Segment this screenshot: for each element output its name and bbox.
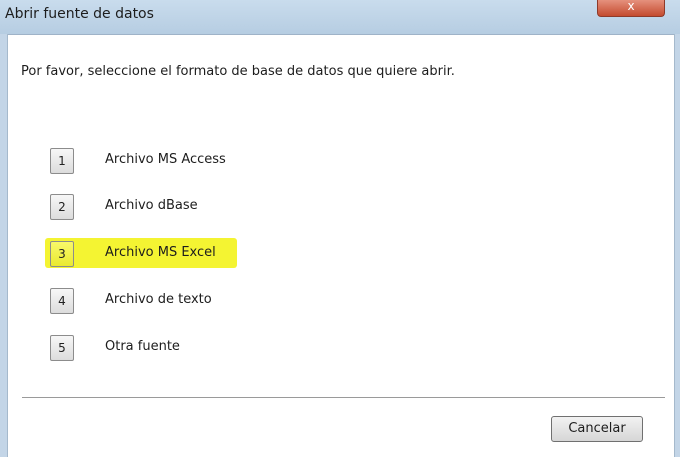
- title-bar[interactable]: Abrir fuente de datos x: [0, 0, 680, 35]
- option-2-label[interactable]: Archivo dBase: [105, 198, 198, 213]
- option-3-button[interactable]: 3: [50, 241, 74, 267]
- window-title: Abrir fuente de datos: [5, 6, 154, 22]
- instruction-text: Por favor, seleccione el formato de base…: [21, 64, 455, 79]
- footer-separator: [22, 397, 665, 399]
- window-frame-left: [0, 34, 8, 457]
- option-3-label[interactable]: Archivo MS Excel: [105, 245, 216, 260]
- option-4-label[interactable]: Archivo de texto: [105, 292, 212, 307]
- option-5-button[interactable]: 5: [50, 335, 74, 361]
- option-text-file[interactable]: 4 Archivo de texto: [50, 288, 410, 314]
- option-5-label[interactable]: Otra fuente: [105, 339, 180, 354]
- cancel-button[interactable]: Cancelar: [551, 416, 643, 442]
- option-ms-excel[interactable]: 3 Archivo MS Excel: [45, 238, 410, 268]
- option-1-label[interactable]: Archivo MS Access: [105, 152, 226, 167]
- option-2-button[interactable]: 2: [50, 194, 74, 220]
- window-frame-right: [674, 34, 680, 457]
- option-1-button[interactable]: 1: [50, 148, 74, 174]
- close-button[interactable]: x: [597, 0, 665, 17]
- option-dbase[interactable]: 2 Archivo dBase: [50, 194, 410, 220]
- option-4-button[interactable]: 4: [50, 288, 74, 314]
- dialog-window: Abrir fuente de datos x Por favor, selec…: [0, 0, 680, 457]
- option-other-source[interactable]: 5 Otra fuente: [50, 335, 410, 361]
- option-ms-access[interactable]: 1 Archivo MS Access: [50, 148, 410, 174]
